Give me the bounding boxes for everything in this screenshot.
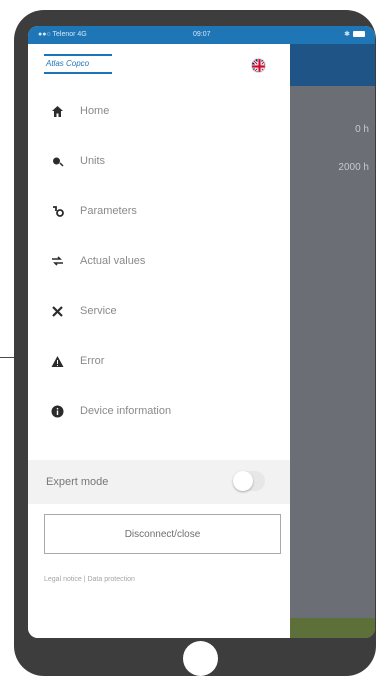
expert-mode-toggle[interactable] <box>233 471 265 491</box>
navigation-drawer: Atlas Copco Home Units Parameters Actual… <box>28 44 290 638</box>
menu-item-actual-values[interactable]: Actual values <box>28 236 290 286</box>
menu-label-parameters: Parameters <box>80 205 137 217</box>
status-bar: ●●○ Telenor 4G 09:07 ✱ <box>28 26 375 44</box>
expert-mode-label: Expert mode <box>46 476 109 488</box>
actual-values-icon <box>50 254 64 268</box>
background-screen: 0 h 2000 h <box>290 44 375 638</box>
menu-item-service[interactable]: Service <box>28 286 290 336</box>
menu-label-units: Units <box>80 155 106 167</box>
parameters-icon <box>50 204 64 218</box>
toggle-knob <box>233 471 253 491</box>
bluetooth-icon: ✱ <box>344 31 350 38</box>
home-icon <box>50 104 64 118</box>
disconnect-close-button[interactable]: Disconnect/close <box>44 514 281 554</box>
menu-label-home: Home <box>80 105 110 117</box>
menu-label-device-information: Device information <box>80 405 172 417</box>
background-value-1: 0 h <box>355 124 369 135</box>
error-icon <box>50 354 64 368</box>
background-value-2: 2000 h <box>338 162 369 173</box>
service-icon <box>50 304 64 318</box>
info-icon <box>50 404 64 418</box>
atlas-copco-logo: Atlas Copco <box>44 54 112 76</box>
menu-label-service: Service <box>80 305 117 317</box>
menu-label-actual-values: Actual values <box>80 255 146 267</box>
expert-mode-row: Expert mode <box>28 460 290 504</box>
drawer-menu: Home Units Parameters Actual values Serv… <box>28 86 290 436</box>
clock: 09:07 <box>193 31 211 38</box>
menu-item-device-information[interactable]: Device information <box>28 386 290 436</box>
menu-item-home[interactable]: Home <box>28 86 290 136</box>
carrier-label: ●●○ Telenor 4G <box>38 31 87 38</box>
menu-item-units[interactable]: Units <box>28 136 290 186</box>
background-footer <box>290 618 375 638</box>
status-icons: ✱ <box>344 30 365 38</box>
uk-flag-icon[interactable] <box>251 58 266 73</box>
menu-item-error[interactable]: Error <box>28 336 290 386</box>
menu-label-error: Error <box>80 355 105 367</box>
drawer-header: Atlas Copco <box>28 44 290 86</box>
battery-icon <box>353 31 365 37</box>
home-button[interactable] <box>183 641 218 676</box>
device-screen: ●●○ Telenor 4G 09:07 ✱ 0 h 2000 h Atlas … <box>28 26 375 638</box>
logo-text: Atlas Copco <box>46 59 90 68</box>
legal-links[interactable]: Legal notice | Data protection <box>44 576 135 583</box>
units-icon <box>50 154 64 168</box>
background-header <box>290 44 375 86</box>
menu-item-parameters[interactable]: Parameters <box>28 186 290 236</box>
